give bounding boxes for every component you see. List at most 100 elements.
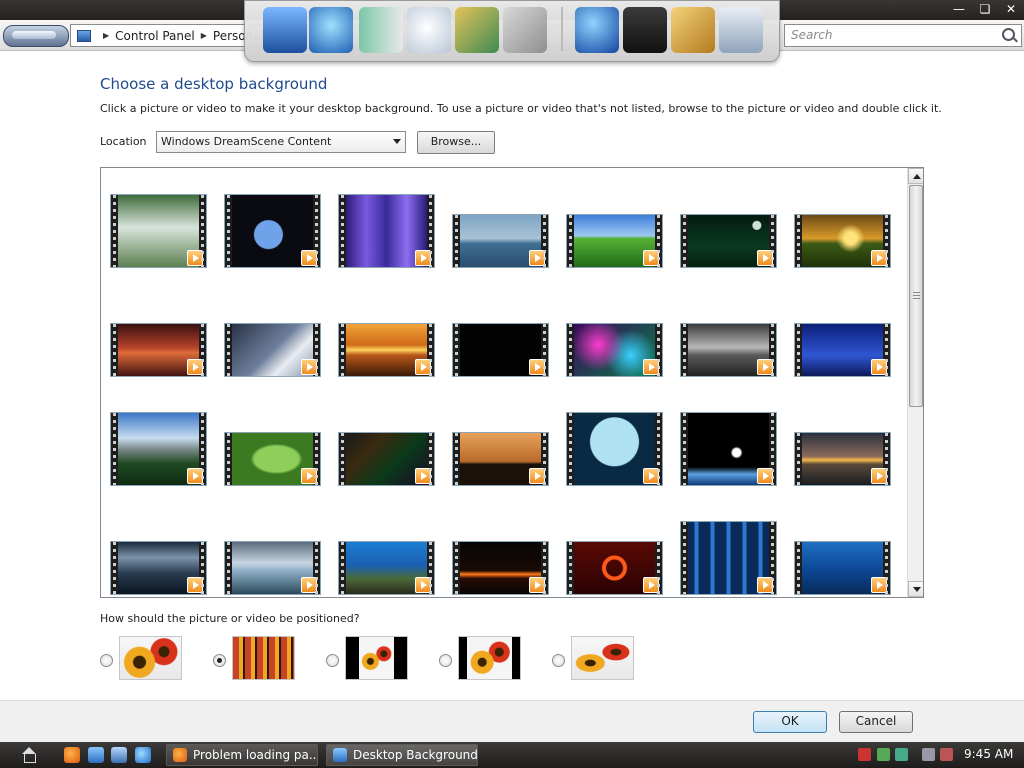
scroll-down-icon[interactable] [908,581,923,597]
control-panel-icon [77,29,91,42]
update-icon[interactable] [877,748,890,761]
position-preview-stretch[interactable] [572,637,633,679]
documents-icon[interactable] [359,7,403,53]
video-play-icon [529,250,545,266]
search-input[interactable]: Search [791,28,833,42]
position-radio-fit[interactable] [439,654,452,667]
taskbar-button-1[interactable]: Desktop Background [326,744,478,766]
thumbnail-red-fire-ring[interactable] [567,542,662,594]
dock-separator [561,7,563,51]
monitor-tray-icon[interactable] [922,748,935,761]
chevron-down-icon[interactable] [393,139,401,144]
thumbnail-moon-over-water[interactable] [567,413,662,485]
volume-muted-icon[interactable] [940,748,953,761]
thumbnail-grey-clouds[interactable] [681,324,776,376]
video-play-icon [529,577,545,593]
position-radio-fill[interactable] [100,654,113,667]
pictures-icon[interactable] [455,7,499,53]
clock[interactable]: 9:45 AM [964,747,1013,761]
position-question: How should the picture or video be posit… [100,612,360,625]
settings-icon[interactable] [671,7,715,53]
video-play-icon [871,468,887,484]
video-play-icon [187,359,203,375]
breadcrumb-arrow-icon[interactable]: ▶ [103,31,109,40]
thumbnail-sea-horizon[interactable] [453,215,548,267]
taskbar-button-label: Desktop Background [353,748,478,762]
thumbnail-easter-island-statues[interactable] [453,433,548,485]
video-play-icon [301,468,317,484]
position-radio-center[interactable] [326,654,339,667]
video-play-icon [415,468,431,484]
internet-explorer-icon[interactable] [135,747,151,763]
location-label: Location [100,135,147,148]
breadcrumb-arrow-icon[interactable]: ▶ [201,31,207,40]
position-preview-center[interactable] [346,637,407,679]
taskbar-button-label: Problem loading pa... [193,748,318,762]
thumbnail-planet-horizon[interactable] [681,413,776,485]
video-play-icon [415,250,431,266]
minimize-button[interactable]: — [946,0,972,20]
search-icon[interactable] [1002,28,1015,41]
thumbnail-mountain-valley[interactable] [111,413,206,485]
thumbnail-dark-moonlit-field[interactable] [681,215,776,267]
vertical-scrollbar[interactable] [907,168,923,597]
globe-icon[interactable] [575,7,619,53]
location-dropdown[interactable]: Windows DreamScene Content [156,131,406,153]
position-preview-tile[interactable] [233,637,294,679]
window-controls: — ❏ ✕ [946,0,1024,20]
thumbnail-purple-aurora[interactable] [339,195,434,267]
maximize-button[interactable]: ❏ [972,0,998,20]
network-icon[interactable] [309,7,353,53]
thumbnail-green-leaf[interactable] [225,433,320,485]
scrollbar-thumb[interactable] [909,185,923,407]
thumbnail-orange-sunset[interactable] [339,324,434,376]
video-play-icon [871,250,887,266]
tools-icon[interactable] [503,7,547,53]
position-radio-tile[interactable] [213,654,226,667]
thumbnail-green-hills[interactable] [567,215,662,267]
thumbnail-dark-water[interactable] [111,542,206,594]
firefox-icon[interactable] [64,747,80,763]
position-radio-stretch[interactable] [552,654,565,667]
close-button[interactable]: ✕ [998,0,1024,20]
recycle-bin-icon[interactable] [719,7,763,53]
thumbnail-underwater-blue[interactable] [795,542,890,594]
music-icon[interactable] [407,7,451,53]
thumbnail-blue-light-rays[interactable] [681,522,776,594]
position-preview-fit[interactable] [459,637,520,679]
ok-button[interactable]: OK [753,711,827,733]
display-icon [333,748,347,762]
switch-windows-icon[interactable] [111,747,127,763]
thumbnail-neon-plasma[interactable] [567,324,662,376]
thumbnail-night-fire-horizon[interactable] [453,542,548,594]
thumbnail-storm-clouds[interactable] [225,324,320,376]
computer-icon[interactable] [263,7,307,53]
security-alert-icon[interactable] [858,748,871,761]
scroll-up-icon[interactable] [908,168,923,184]
start-home-icon[interactable] [20,747,38,763]
back-forward-button[interactable] [3,25,69,47]
thumbnail-waterfall[interactable] [111,195,206,267]
browse-button[interactable]: Browse... [417,131,495,154]
thumbnail-rainbow-sky[interactable] [225,542,320,594]
thumbnail-coral-reef[interactable] [339,542,434,594]
thumbnail-red-sunset-clouds[interactable] [111,324,206,376]
thumbnail-black-screen[interactable] [453,324,548,376]
thumbnail-sunset-over-water[interactable] [795,433,890,485]
breadcrumb-control-panel[interactable]: Control Panel [115,29,195,43]
cancel-button[interactable]: Cancel [839,711,913,733]
thumbnail-glowing-lines[interactable] [339,433,434,485]
page-description: Click a picture or video to make it your… [100,102,942,115]
thumbnail-grid [101,168,905,597]
taskbar-button-0[interactable]: Problem loading pa... [166,744,318,766]
thumbnail-golden-meadow-sunset[interactable] [795,215,890,267]
thumbnail-crucifix-night[interactable] [795,324,890,376]
network-tray-icon[interactable] [895,748,908,761]
tshirt-icon[interactable] [623,7,667,53]
show-desktop-icon[interactable] [88,747,104,763]
position-preview-fill[interactable] [120,637,181,679]
thumbnail-earth-in-space[interactable] [225,195,320,267]
video-play-icon [643,468,659,484]
video-play-icon [187,250,203,266]
search-box[interactable]: Search [784,24,1022,47]
